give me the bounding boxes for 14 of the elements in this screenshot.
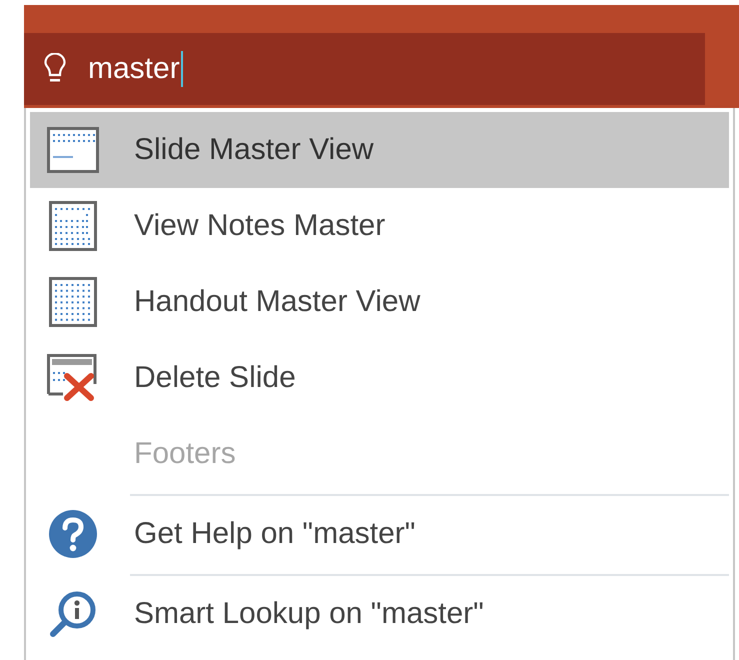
menu-item[interactable]: Smart Lookup on "master"	[130, 574, 729, 652]
dotted-page-icon	[49, 201, 97, 251]
search-text: master	[88, 51, 183, 87]
search-field[interactable]: master	[24, 33, 705, 105]
delete-slide-icon	[47, 354, 99, 402]
dotted-grid-icon	[49, 277, 97, 327]
slide-layout-icon	[47, 127, 99, 173]
menu-item[interactable]: Slide Master View	[30, 112, 729, 188]
menu-item[interactable]: Handout Master View	[30, 264, 729, 340]
info-magnifier-icon	[48, 589, 98, 639]
menu-item[interactable]: Get Help on "master"	[130, 494, 729, 572]
help-icon	[48, 509, 98, 559]
menu-item[interactable]: View Notes Master	[30, 188, 729, 264]
menu-item[interactable]: Delete Slide	[30, 340, 729, 416]
